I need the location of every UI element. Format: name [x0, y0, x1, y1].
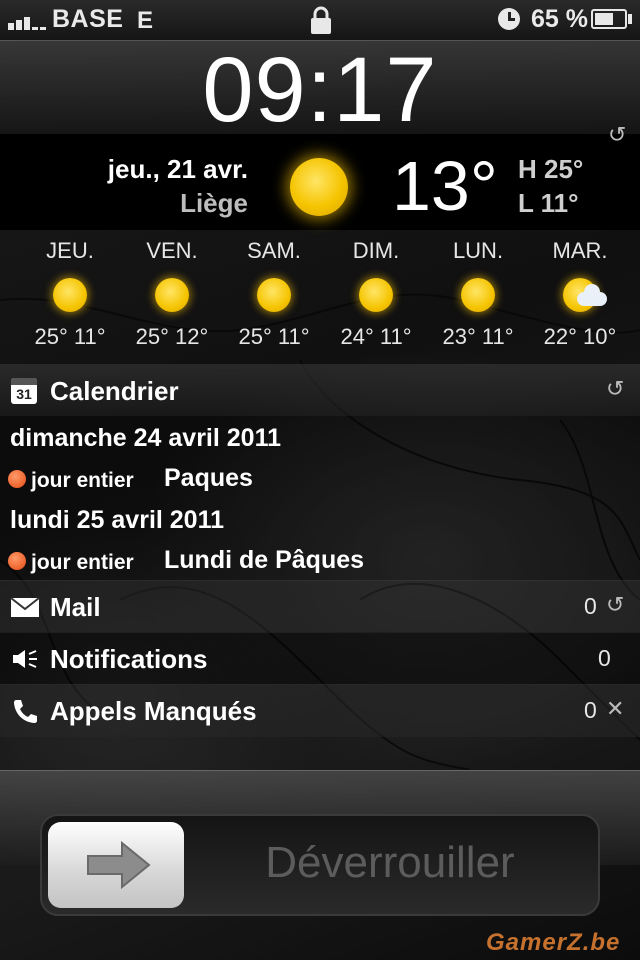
- battery-icon: [591, 9, 627, 29]
- lock-icon: [311, 6, 331, 34]
- calendar-icon: 31: [11, 378, 37, 404]
- notifications-row[interactable]: Notifications 0: [0, 632, 640, 685]
- weather-city: Liège: [180, 188, 248, 218]
- event-name[interactable]: Paques: [164, 464, 253, 493]
- weather-current[interactable]: jeu., 21 avr. Liège 13° H 25° L 11° ↺: [0, 122, 640, 230]
- high-temperature: H 25°: [518, 154, 584, 184]
- weather-date: jeu., 21 avr.: [107, 154, 248, 184]
- calendar-events: dimanche 24 avril 2011 jour entier Paque…: [0, 416, 640, 580]
- battery-percent: 65 %: [531, 5, 588, 33]
- current-temperature: 13°: [392, 147, 498, 225]
- lock-time: 09:17: [202, 39, 438, 141]
- refresh-icon[interactable]: ↺: [608, 122, 626, 148]
- forecast-day-name: DIM.: [352, 238, 400, 263]
- forecast-day: LUN. 23° 11°: [427, 232, 529, 350]
- sun-icon: [155, 278, 189, 312]
- event-date: lundi 25 avril 2011: [10, 506, 225, 534]
- watermark: GamerZ.be: [486, 929, 621, 956]
- event-dot-icon: [8, 552, 26, 570]
- missed-calls-count: 0: [584, 697, 597, 723]
- forecast-day-name: JEU.: [46, 238, 94, 263]
- forecast-day: DIM. 24° 11°: [325, 232, 427, 350]
- missed-calls-label: Appels Manqués: [50, 696, 257, 726]
- forecast-day-name: MAR.: [552, 238, 608, 263]
- forecast-day-name: SAM.: [247, 238, 301, 263]
- forecast-temps: 25° 11°: [238, 324, 310, 349]
- sun-icon: [461, 278, 495, 312]
- refresh-icon[interactable]: ↺: [606, 592, 624, 618]
- forecast-day: JEU. 25° 11°: [19, 232, 121, 350]
- event-dot-icon: [8, 470, 26, 488]
- refresh-icon[interactable]: ↺: [606, 376, 624, 402]
- sun-icon: [359, 278, 393, 312]
- notifications-label: Notifications: [50, 644, 208, 674]
- event-date: dimanche 24 avril 2011: [10, 424, 282, 452]
- forecast-day-name: LUN.: [452, 238, 504, 263]
- mail-row[interactable]: Mail 0 ↺: [0, 580, 640, 633]
- sun-icon: [290, 158, 348, 216]
- status-bar: BASE E 65 %: [0, 0, 640, 40]
- mail-icon: [10, 597, 40, 617]
- partly-cloudy-icon: [563, 278, 607, 312]
- notifications-count: 0: [598, 645, 611, 671]
- network-type: E: [137, 7, 154, 34]
- unlock-label: Déverrouiller: [265, 838, 515, 887]
- mail-count: 0: [584, 593, 597, 619]
- forecast-day: MAR. 22° 10°: [529, 232, 631, 350]
- forecast-temps: 22° 10°: [543, 324, 617, 349]
- forecast-temps: 23° 11°: [442, 324, 514, 349]
- forecast-temps: 25° 11°: [34, 324, 106, 349]
- sun-icon: [53, 278, 87, 312]
- close-icon[interactable]: ✕: [606, 696, 624, 722]
- forecast-temps: 24° 11°: [340, 324, 412, 349]
- forecast-temps: 25° 12°: [135, 324, 209, 349]
- carrier-name: BASE: [52, 5, 124, 33]
- forecast-day: SAM. 25° 11°: [223, 232, 325, 350]
- forecast-day: VEN. 25° 12°: [121, 232, 223, 350]
- missed-calls-row[interactable]: Appels Manqués 0 ✕: [0, 684, 640, 737]
- phone-icon: [14, 700, 37, 723]
- weather-forecast: JEU. 25° 11° VEN. 25° 12° SAM. 25° 11° D…: [0, 232, 640, 362]
- mail-label: Mail: [50, 592, 101, 622]
- event-time: jour entier: [31, 469, 134, 492]
- alarm-clock-icon: [498, 8, 520, 30]
- speaker-icon: [13, 650, 37, 668]
- low-temperature: L 11°: [518, 188, 579, 218]
- sun-icon: [257, 278, 291, 312]
- calendar-title: Calendrier: [50, 376, 179, 406]
- event-time: jour entier: [31, 551, 134, 574]
- signal-strength-icon: [8, 10, 46, 30]
- forecast-day-name: VEN.: [146, 238, 198, 263]
- event-name[interactable]: Lundi de Pâques: [164, 546, 364, 575]
- calendar-header[interactable]: 31 Calendrier ↺: [0, 364, 640, 416]
- arrow-right-icon: [87, 840, 151, 890]
- battery-tip: [628, 14, 632, 24]
